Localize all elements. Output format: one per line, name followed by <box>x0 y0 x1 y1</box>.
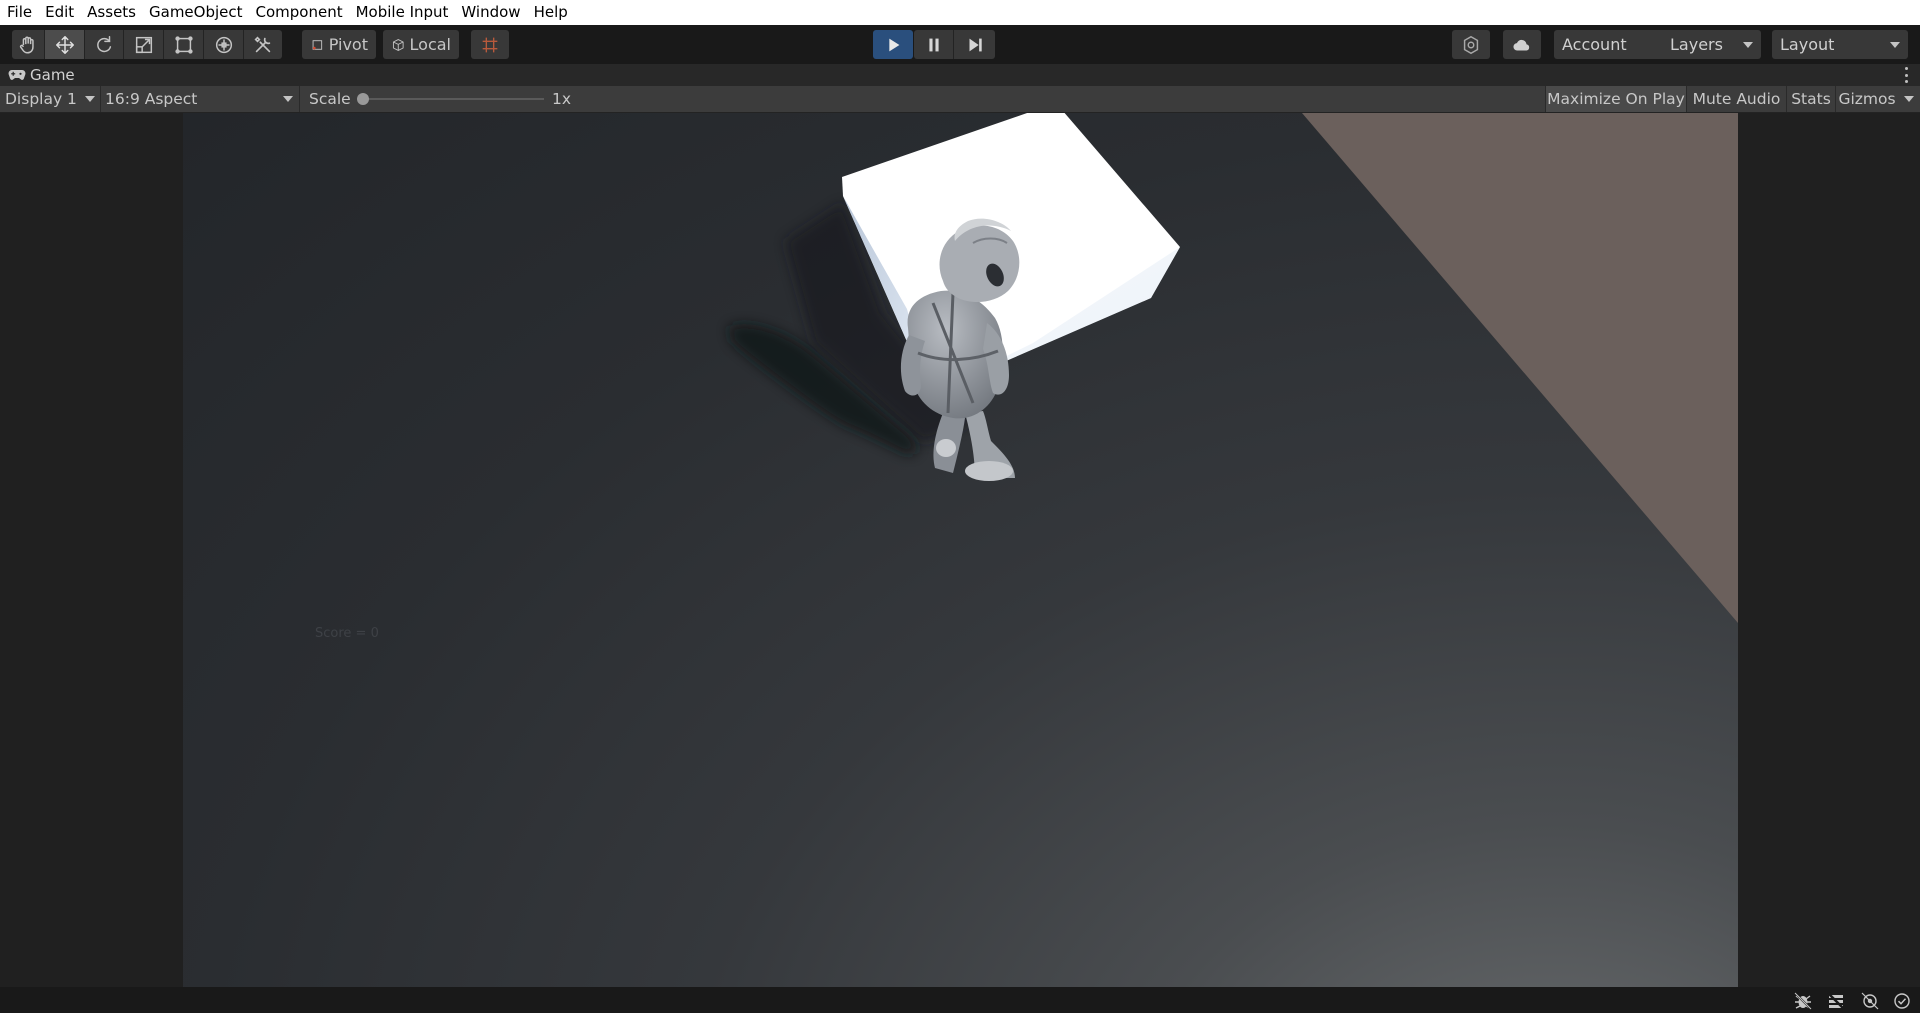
gizmos-toggle[interactable]: Gizmos <box>1836 86 1898 112</box>
stats-toggle[interactable]: Stats <box>1787 86 1835 112</box>
menu-mobile-input[interactable]: Mobile Input <box>349 0 455 25</box>
menu-edit[interactable]: Edit <box>38 0 80 25</box>
bug-icon[interactable] <box>1793 991 1813 1011</box>
move-icon <box>55 35 74 54</box>
layout-label: Layout <box>1780 35 1835 54</box>
score-text: Score = 0 <box>315 626 379 641</box>
layers-dropdown[interactable]: Layers <box>1662 30 1761 59</box>
scale-label: Scale <box>309 90 351 108</box>
game-view-area: Score = 0 <box>0 113 1920 987</box>
grid-snap-icon <box>482 37 498 52</box>
progress-stack-icon[interactable] <box>1826 991 1846 1011</box>
divider <box>299 86 300 112</box>
grid-snap-button[interactable] <box>471 30 509 59</box>
collab-icon <box>1463 35 1479 54</box>
menu-help[interactable]: Help <box>527 0 574 25</box>
rect-tool-button[interactable] <box>164 30 204 59</box>
play-icon <box>889 38 900 51</box>
scale-slider-thumb[interactable] <box>357 93 369 105</box>
rotate-tool-button[interactable] <box>85 30 124 59</box>
cloud-group <box>1503 30 1541 59</box>
auto-generate-lighting-icon[interactable] <box>1860 991 1880 1011</box>
play-button[interactable] <box>873 30 913 59</box>
aspect-caret-icon <box>283 96 293 102</box>
display-dropdown[interactable]: Display 1 <box>5 86 97 112</box>
window-bottom-edge <box>0 1013 1920 1024</box>
check-circle-icon[interactable] <box>1892 991 1912 1011</box>
scale-slider[interactable] <box>357 86 545 112</box>
status-bar <box>0 987 1920 1024</box>
gamepad-icon <box>8 70 26 80</box>
collab-button[interactable] <box>1452 30 1490 59</box>
local-label: Local <box>409 35 451 54</box>
custom-tool-button[interactable] <box>244 30 282 59</box>
menu-gameobject[interactable]: GameObject <box>142 0 249 25</box>
move-tool-button[interactable] <box>45 30 85 59</box>
play-group <box>873 30 913 59</box>
pivot-label: Pivot <box>328 35 368 54</box>
tools-icon <box>254 35 271 52</box>
local-toggle-button[interactable]: Local <box>383 30 459 59</box>
gizmos-caret-icon <box>1904 96 1914 102</box>
divider <box>100 86 101 112</box>
aspect-label: 16:9 Aspect <box>105 90 198 108</box>
pause-icon <box>928 38 939 51</box>
cloud-button[interactable] <box>1503 30 1541 59</box>
layers-label: Layers <box>1670 35 1723 54</box>
scale-value: 1x <box>552 90 572 108</box>
hand-tool-button[interactable] <box>12 30 45 59</box>
transform-icon <box>215 36 232 53</box>
game-tab[interactable]: Game <box>8 64 75 86</box>
rotate-icon <box>97 35 112 52</box>
local-cube-icon <box>392 38 404 51</box>
transform-tools <box>12 30 282 59</box>
display-label: Display 1 <box>5 90 77 108</box>
scale-slider-track <box>361 98 544 100</box>
rect-transform-icon <box>174 35 193 54</box>
gizmos-dropdown[interactable] <box>1898 86 1920 112</box>
scale-icon <box>135 36 152 53</box>
pivot-toggle-button[interactable]: Pivot <box>302 30 376 59</box>
layers-caret-icon <box>1743 41 1753 48</box>
game-viewport[interactable]: Score = 0 <box>183 113 1738 987</box>
tab-options-icon[interactable] <box>1904 67 1908 83</box>
game-tab-label: Game <box>30 66 75 84</box>
transform-tool-button[interactable] <box>204 30 244 59</box>
pivot-icon <box>312 39 323 50</box>
scene-render <box>728 113 1738 623</box>
layout-dropdown[interactable]: Layout <box>1772 30 1908 59</box>
collab-group <box>1452 30 1490 59</box>
game-tab-header: Game <box>0 64 1920 86</box>
menu-bar: File Edit Assets GameObject Component Mo… <box>0 0 1920 25</box>
layout-caret-icon <box>1890 41 1900 48</box>
main-toolbar: Pivot Local Account Layers Layout <box>0 25 1920 64</box>
pause-step-group <box>914 30 995 59</box>
grid-snap-group <box>471 30 509 59</box>
pause-button[interactable] <box>914 30 954 59</box>
account-label: Account <box>1562 35 1627 54</box>
step-icon <box>969 38 982 51</box>
menu-window[interactable]: Window <box>454 0 526 25</box>
hand-icon <box>19 36 34 54</box>
menu-assets[interactable]: Assets <box>80 0 142 25</box>
menu-file[interactable]: File <box>0 0 38 25</box>
mute-audio-toggle[interactable]: Mute Audio <box>1687 86 1786 112</box>
aspect-dropdown[interactable]: 16:9 Aspect <box>105 86 295 112</box>
scale-tool-button[interactable] <box>124 30 164 59</box>
maximize-on-play-toggle[interactable]: Maximize On Play <box>1546 86 1686 112</box>
wall-plane <box>1302 113 1738 623</box>
status-strip <box>0 987 1920 1013</box>
game-controls-bar: Display 1 16:9 Aspect Scale 1x Maximize … <box>0 86 1920 113</box>
cloud-icon <box>1513 39 1530 51</box>
menu-component[interactable]: Component <box>249 0 349 25</box>
step-button[interactable] <box>954 30 995 59</box>
display-caret-icon <box>85 96 95 102</box>
